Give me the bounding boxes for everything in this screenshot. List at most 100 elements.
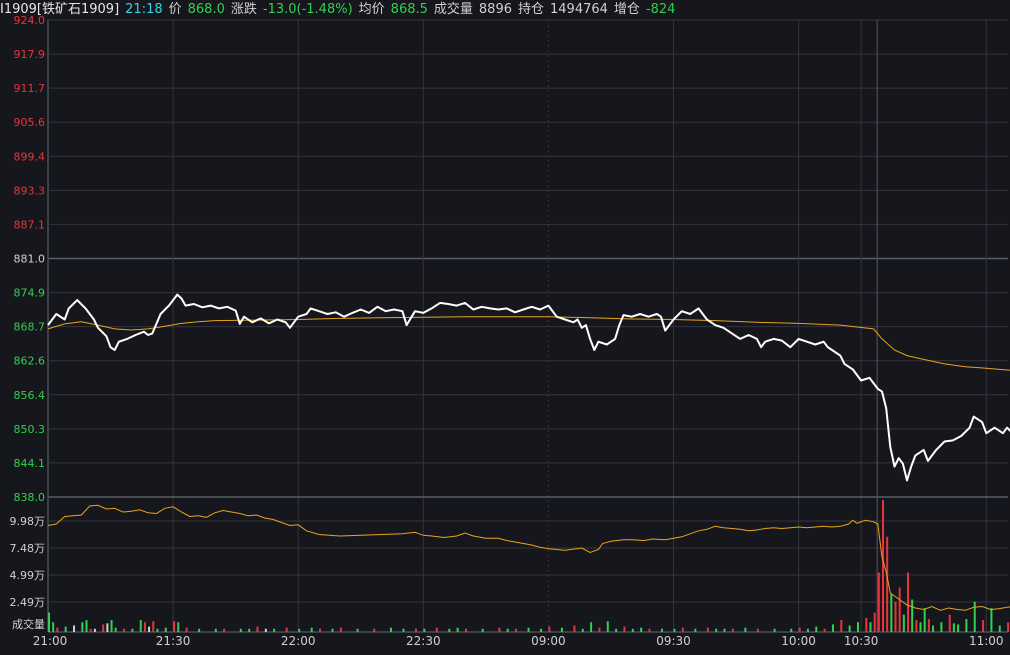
time-tick-label: 21:00	[33, 634, 68, 648]
volume-bar	[81, 622, 84, 632]
volume-bar	[448, 628, 451, 632]
price-tick-label: 844.1	[14, 457, 46, 470]
volume-bar	[173, 621, 176, 632]
volume-bar	[85, 620, 88, 632]
volume-bar	[623, 626, 626, 632]
time-tick-label: 10:00	[781, 634, 816, 648]
price-tick-label: 850.3	[14, 423, 46, 436]
volume-bar	[840, 620, 843, 632]
volume-bar	[331, 628, 334, 632]
volume-bar	[214, 628, 217, 632]
volume-bar	[932, 625, 935, 632]
volume-bar	[723, 628, 726, 632]
volume-bar	[131, 628, 134, 632]
volume-bar	[239, 628, 242, 632]
volume-bar	[389, 627, 392, 632]
price-tick-label: 881.0	[14, 253, 46, 266]
volume-bar	[506, 628, 509, 632]
volume-bar	[894, 601, 897, 632]
volume-bar	[310, 627, 313, 632]
volume-bar	[660, 628, 663, 632]
volume-bar	[744, 627, 747, 632]
volume-bar	[773, 628, 776, 632]
volume-bar	[706, 627, 709, 632]
volume-bar	[865, 617, 868, 632]
volume-bar	[177, 622, 180, 632]
volume-bar	[990, 608, 993, 632]
volume-bar	[285, 627, 288, 632]
volume-bar	[948, 614, 951, 632]
volume-bar	[869, 622, 872, 632]
volume-bar	[123, 628, 126, 632]
volume-bar	[102, 624, 105, 632]
volume-bar	[402, 628, 405, 632]
price-tick-label: 899.4	[14, 150, 46, 163]
price-tick-label: 924.0	[14, 14, 46, 27]
volume-bar	[185, 627, 188, 632]
volume-bar	[52, 622, 55, 632]
volume-bar	[598, 627, 601, 632]
volume-bar	[573, 625, 576, 632]
volume-bar	[927, 619, 930, 632]
volume-bar	[1007, 622, 1010, 632]
volume-bar	[148, 626, 151, 632]
average-price-line	[47, 316, 1010, 371]
time-tick-label: 21:30	[156, 634, 191, 648]
volume-bar	[223, 628, 226, 632]
volume-tick-label: 4.99万	[10, 569, 46, 582]
volume-bar	[164, 627, 167, 632]
volume-bar	[73, 625, 76, 632]
price-tick-label: 862.6	[14, 355, 46, 368]
volume-bar	[256, 626, 259, 632]
volume-bar	[498, 627, 501, 632]
volume-bar	[139, 620, 142, 632]
volume-tick-label: 9.98万	[10, 515, 46, 528]
volume-bar	[877, 572, 880, 632]
volume-bar	[919, 622, 922, 632]
price-tick-label: 856.4	[14, 389, 46, 402]
intraday-chart-window: I1909[铁矿石1909] 21:18 价 868.0 涨跌 -13.0(-1.48%)…	[0, 0, 1010, 655]
time-tick-label: 09:00	[531, 634, 566, 648]
volume-bar	[823, 628, 826, 632]
volume-bar	[456, 627, 459, 632]
volume-bar	[465, 628, 467, 632]
volume-tick-label: 2.49万	[10, 596, 46, 609]
volume-bar	[515, 628, 518, 632]
volume-bar	[694, 628, 697, 632]
volume-bar	[923, 608, 926, 632]
volume-bar	[198, 628, 201, 632]
volume-bar	[640, 627, 643, 632]
time-tick-label: 22:00	[281, 634, 316, 648]
volume-bar	[581, 628, 584, 632]
volume-bar	[982, 620, 985, 632]
volume-bar	[673, 628, 676, 632]
price-tick-label: 874.9	[14, 287, 46, 300]
volume-bar	[590, 622, 593, 632]
volume-bar	[615, 628, 618, 632]
volume-bar	[264, 628, 267, 632]
volume-bar	[715, 628, 718, 632]
price-tick-label: 868.7	[14, 321, 46, 334]
volume-bar	[886, 536, 889, 632]
price-tick-label: 917.9	[14, 48, 46, 61]
price-tick-label: 911.7	[14, 82, 46, 95]
volume-bar	[560, 627, 563, 632]
volume-bar	[143, 622, 146, 632]
volume-tick-label: 7.48万	[10, 542, 46, 555]
volume-bar	[898, 587, 901, 632]
volume-bar	[110, 620, 113, 632]
volume-bar	[798, 627, 801, 632]
volume-bar	[856, 622, 859, 632]
price-tick-label: 887.1	[14, 218, 46, 231]
volume-bar	[965, 619, 968, 632]
volume-bar	[152, 621, 155, 632]
chart-canvas[interactable]: 924.0 917.9 911.7 905.6 899.4 893.3 887.1 881.0…	[0, 0, 1010, 655]
volume-bar	[902, 614, 905, 632]
time-tick-label: 10:30	[844, 634, 879, 648]
price-tick-label: 905.6	[14, 116, 46, 129]
volume-bar	[373, 628, 376, 632]
volume-bar	[681, 627, 684, 632]
volume-bar	[548, 626, 551, 632]
volume-bar	[93, 628, 96, 632]
volume-bar	[952, 623, 955, 632]
